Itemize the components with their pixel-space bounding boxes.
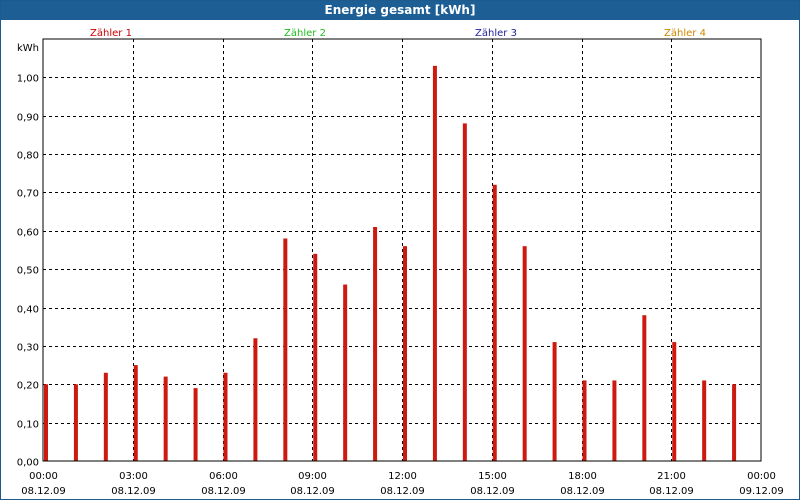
bar <box>373 226 378 461</box>
x-tick-date: 08.12.09 <box>201 486 246 497</box>
y-tick-label: 0,80 <box>17 151 39 162</box>
bar <box>103 372 108 461</box>
axis-layer: 0,00 0,10 0,20 0,30 0,40 0,50 0,60 0,70 0,80 0,90… <box>17 38 784 497</box>
x-tick-time: 18:00 <box>568 471 597 482</box>
legend-entry: Zähler 4 <box>664 28 706 39</box>
x-tick-date: 08.12.09 <box>21 486 66 497</box>
grid-layer <box>43 39 761 461</box>
bar <box>462 123 467 462</box>
x-tick-time: 15:00 <box>478 471 507 482</box>
bar <box>133 365 138 461</box>
x-tick-time: 12:00 <box>388 471 417 482</box>
x-tick-time: 03:00 <box>119 471 148 482</box>
x-tick-time: 09:00 <box>298 471 327 482</box>
x-tick-date: 09.12.09 <box>739 486 784 497</box>
y-tick-label: 0,00 <box>17 458 39 469</box>
y-tick-label: 0,30 <box>17 343 39 354</box>
bars-layer <box>44 65 737 462</box>
y-tick-label: 1,00 <box>17 74 39 85</box>
x-tick-time: 21:00 <box>657 471 686 482</box>
x-tick-time: 06:00 <box>209 471 238 482</box>
bar <box>672 342 677 461</box>
bar <box>492 184 497 462</box>
bar <box>313 253 318 461</box>
x-tick-time: 00:00 <box>747 471 776 482</box>
bar <box>44 384 48 461</box>
bar <box>343 284 348 461</box>
x-tick-date: 08.12.09 <box>380 486 425 497</box>
y-tick-label: 0,20 <box>17 381 39 392</box>
energy-bar-chart: 0,00 0,10 0,20 0,30 0,40 0,50 0,60 0,70 0,80 0,90… <box>17 28 784 497</box>
bar <box>432 65 437 461</box>
bar <box>732 384 737 461</box>
x-tick-date: 08.12.09 <box>290 486 335 497</box>
y-tick-label: 0,90 <box>17 113 39 124</box>
x-tick-date: 08.12.09 <box>111 486 156 497</box>
y-tick-label: 0,40 <box>17 305 39 316</box>
legend-layer: Zähler 1 Zähler 2 Zähler 3 Zähler 4 <box>90 28 706 39</box>
x-tick-time: 00:00 <box>29 471 58 482</box>
bar <box>73 384 78 461</box>
y-tick-label: 0,60 <box>17 228 39 239</box>
bar <box>642 315 647 461</box>
bar <box>283 238 288 461</box>
y-axis-label: kWh <box>17 43 39 54</box>
x-tick-date: 08.12.09 <box>470 486 515 497</box>
bar <box>582 380 587 461</box>
bar <box>552 342 557 461</box>
chart-window: Energie gesamt [kWh] 0,00 0,10 0,20 0,30 0,4… <box>0 0 800 500</box>
x-tick-date: 08.12.09 <box>649 486 694 497</box>
legend-entry: Zähler 3 <box>475 28 517 39</box>
bar <box>522 246 527 461</box>
bar <box>702 380 707 461</box>
y-tick-label: 0,10 <box>17 420 39 431</box>
bar <box>163 376 168 461</box>
bar <box>612 380 617 461</box>
bar <box>253 338 258 461</box>
legend-entry: Zähler 1 <box>90 28 132 39</box>
x-tick-date: 08.12.09 <box>560 486 605 497</box>
bar <box>223 372 228 461</box>
y-tick-label: 0,70 <box>17 189 39 200</box>
y-tick-label: 0,50 <box>17 266 39 277</box>
bar <box>193 388 198 461</box>
legend-entry: Zähler 2 <box>284 28 326 39</box>
bar <box>403 246 407 461</box>
